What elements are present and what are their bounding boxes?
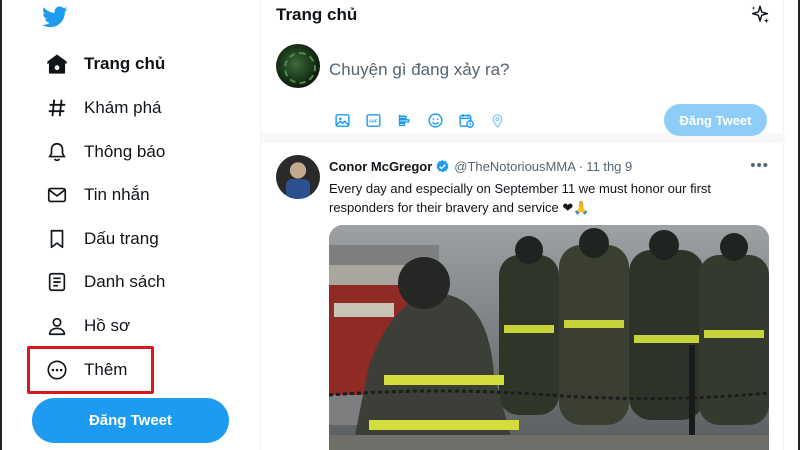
home-icon (44, 51, 70, 77)
main-timeline: Trang chủ Chuyện gì đang xảy ra? GIF Đăn… (260, 0, 785, 450)
timeline-header: Trang chủ (261, 0, 785, 30)
page-title: Trang chủ (276, 5, 358, 24)
list-icon (44, 269, 70, 295)
author-handle[interactable]: @TheNotoriousMMA (454, 159, 576, 174)
more-options-icon[interactable]: ••• (750, 157, 769, 174)
tweet-emojis: ❤🙏 (562, 200, 590, 215)
author-name[interactable]: Conor McGregor (329, 159, 432, 174)
verified-badge-icon (436, 159, 449, 173)
tweet-text: Every day and especially on September 11… (329, 179, 769, 217)
bell-icon (44, 139, 70, 165)
tweet-body: Every day and especially on September 11… (329, 181, 712, 215)
person-icon (44, 313, 70, 339)
composer-toolbar: GIF (329, 108, 511, 132)
more-circle-icon (44, 357, 70, 383)
sidebar-tweet-button[interactable]: Đăng Tweet (32, 398, 229, 443)
gif-icon[interactable]: GIF (360, 108, 387, 132)
bookmark-icon (44, 226, 70, 252)
avatar[interactable] (276, 155, 320, 199)
sidebar-item-label: Thêm (84, 360, 128, 379)
sidebar-item-more[interactable]: Thêm (34, 350, 137, 390)
avatar[interactable] (276, 44, 320, 88)
sidebar-item-messages[interactable]: Tin nhắn (34, 175, 160, 215)
sidebar-item-bookmarks[interactable]: Dấu trang (34, 219, 169, 259)
tweet-composer: Chuyện gì đang xảy ra? GIF Đăng Tweet (261, 30, 785, 143)
hashtag-icon (44, 95, 70, 121)
separator: · (578, 159, 584, 174)
svg-text:GIF: GIF (369, 118, 377, 124)
envelope-icon (44, 182, 70, 208)
poll-icon[interactable] (391, 108, 418, 132)
sidebar-item-explore[interactable]: Khám phá (34, 88, 172, 128)
sidebar-item-label: Khám phá (84, 98, 162, 117)
tweet-header: Conor McGregor @TheNotoriousMMA · 11 thg… (329, 159, 632, 174)
tweet[interactable]: Conor McGregor @TheNotoriousMMA · 11 thg… (261, 143, 785, 450)
location-icon[interactable] (484, 108, 511, 132)
compose-input[interactable]: Chuyện gì đang xảy ra? (329, 60, 510, 80)
sidebar-item-label: Thông báo (84, 142, 166, 161)
sidebar-item-home[interactable]: Trang chủ (34, 44, 175, 84)
sidebar-item-profile[interactable]: Hồ sơ (34, 306, 140, 346)
sidebar-item-notifications[interactable]: Thông báo (34, 132, 175, 172)
sparkle-icon[interactable] (749, 4, 771, 26)
sidebar-item-label: Tin nhắn (84, 185, 150, 204)
sidebar-item-label: Hồ sơ (84, 316, 131, 335)
sidebar-item-label: Trang chủ (84, 54, 166, 73)
sidebar-item-label: Dấu trang (84, 229, 159, 248)
sidebar-item-lists[interactable]: Danh sách (34, 262, 175, 302)
sidebar: Trang chủ Khám phá Thông báo Tin nhắn Dấ… (0, 0, 260, 450)
tweet-timestamp[interactable]: 11 thg 9 (586, 159, 632, 174)
schedule-icon[interactable] (453, 108, 480, 132)
sidebar-item-label: Danh sách (84, 272, 166, 291)
image-icon[interactable] (329, 108, 356, 132)
tweet-photo[interactable] (329, 225, 769, 450)
twitter-logo-icon[interactable] (40, 4, 70, 30)
emoji-icon[interactable] (422, 108, 449, 132)
post-tweet-button[interactable]: Đăng Tweet (664, 104, 767, 136)
